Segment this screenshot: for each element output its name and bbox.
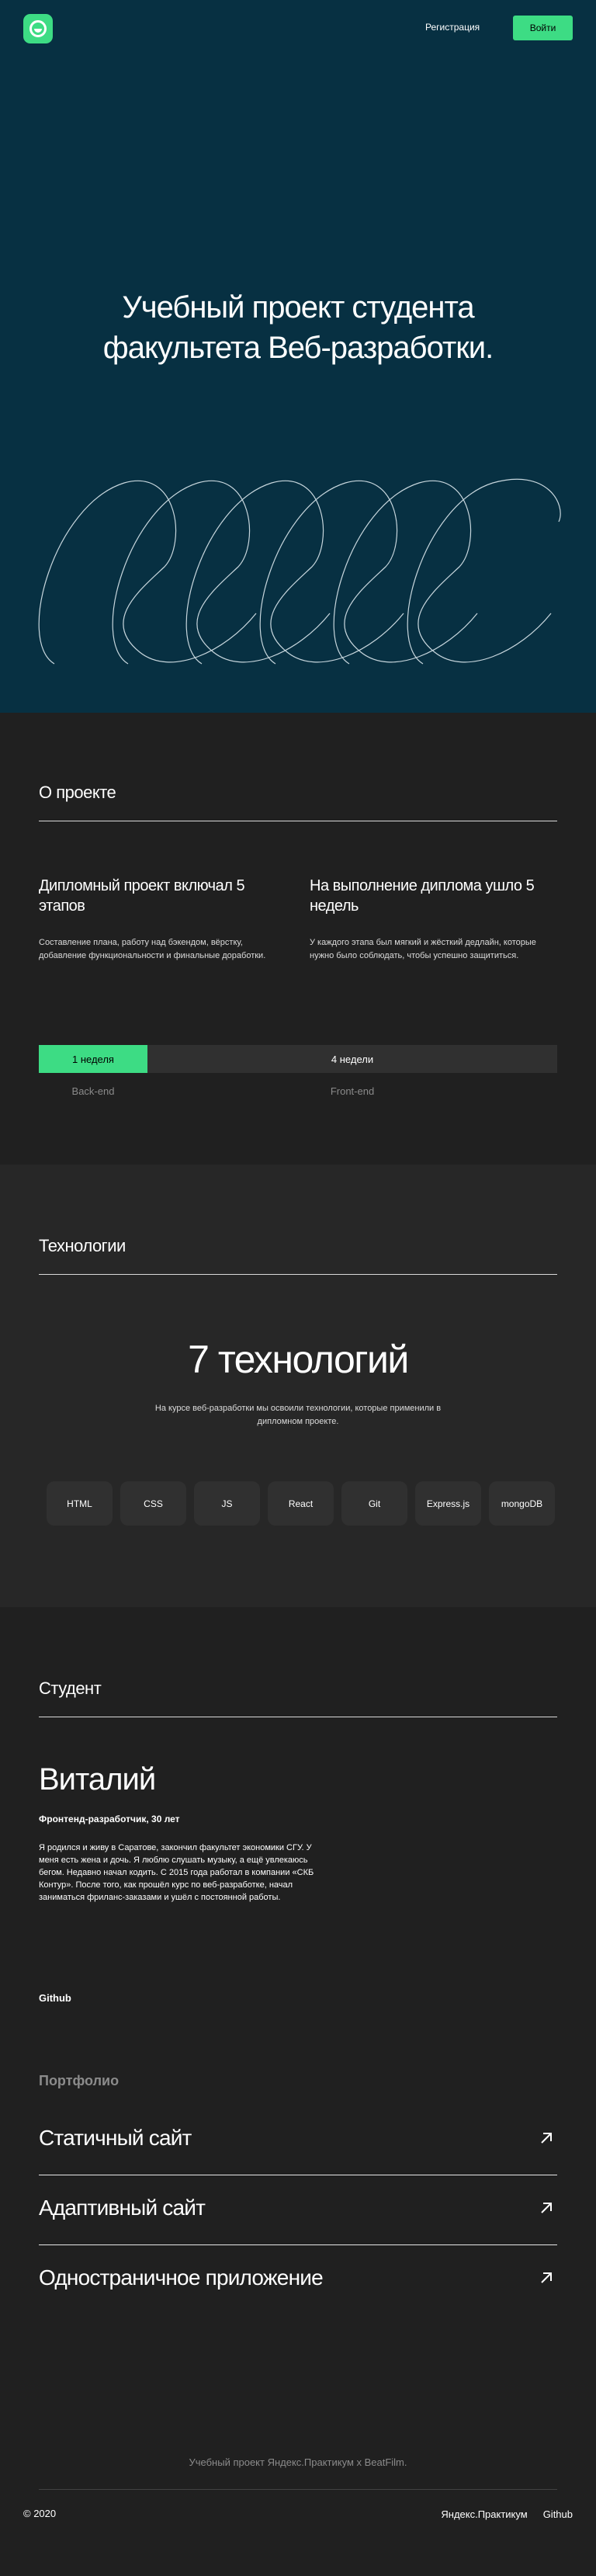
about-column-text: У каждого этапа был мягкий и жёсткий дед… xyxy=(310,938,536,960)
tech-item-js: JS xyxy=(194,1481,260,1526)
about-column-heading: На выполнение диплома ушло 5 недель xyxy=(310,877,535,915)
portfolio-item-static[interactable]: Статичный сайт xyxy=(39,2106,557,2175)
arrow-up-right-icon xyxy=(541,2133,552,2144)
login-button[interactable]: Войти xyxy=(513,16,573,40)
about-column-text: Составление плана, работу над бэкендом, … xyxy=(39,938,266,960)
hero-title: Учебный проект студента факультета Веб-р… xyxy=(102,290,494,365)
timeline-frontend-duration: 4 недели xyxy=(331,1053,374,1065)
promo-section: Регистрация Войти Учебный проект студент… xyxy=(0,0,596,713)
logo-link[interactable] xyxy=(23,14,53,43)
smile-logo-icon xyxy=(29,20,47,37)
about-column-stages: Дипломный проект включал 5 этапов Состав… xyxy=(39,876,281,963)
timeline-frontend-label: Front-end xyxy=(330,1085,375,1097)
about-column-duration: На выполнение диплома ушло 5 недель У ка… xyxy=(310,876,552,963)
tech-item-react: React xyxy=(268,1481,334,1526)
portfolio-item-adaptive[interactable]: Адаптивный сайт xyxy=(39,2175,557,2245)
decorative-loops-art xyxy=(38,478,561,665)
techs-description: На курсе веб-разработки мы освоили техно… xyxy=(154,1404,442,1426)
techs-headline: 7 технологий xyxy=(188,1338,409,1381)
portfolio-item-spa[interactable]: Одностраничное приложение xyxy=(39,2245,557,2315)
footer-divider xyxy=(39,2489,557,2490)
tech-item-css: CSS xyxy=(120,1481,186,1526)
footer-caption: Учебный проект Яндекс.Практикум х BeatFi… xyxy=(189,2456,407,2468)
register-link[interactable]: Регистрация xyxy=(425,22,480,33)
techs-section-title: Технологии xyxy=(39,1236,126,1255)
tech-item-html: HTML xyxy=(47,1481,113,1526)
footer: Учебный проект Яндекс.Практикум х BeatFi… xyxy=(0,2447,596,2576)
about-me-section: Студент Виталий Фронтенд-разработчик, 30… xyxy=(0,1607,596,2447)
about-column-heading: Дипломный проект включал 5 этапов xyxy=(39,877,245,915)
about-section-title: О проекте xyxy=(39,783,116,802)
portfolio-item-label: Статичный сайт xyxy=(39,2126,192,2150)
footer-link-github[interactable]: Github xyxy=(543,2508,573,2520)
tech-item-express: Express.js xyxy=(415,1481,481,1526)
arrow-up-right-icon xyxy=(541,2203,552,2213)
portfolio-item-label: Адаптивный сайт xyxy=(39,2196,206,2220)
timeline-backend-duration: 1 неделя xyxy=(39,1045,147,1073)
timeline-bar: 1 неделя 4 недели xyxy=(39,1045,557,1073)
footer-link-yandex[interactable]: Яндекс.Практикум xyxy=(441,2508,527,2520)
portfolio-list: Статичный сайт Адаптивный сайт Одностран… xyxy=(39,2106,557,2315)
portfolio-title: Портфолио xyxy=(39,2073,120,2088)
student-job: Фронтенд-разработчик, 30 лет xyxy=(39,1814,180,1824)
footer-links: Яндекс.Практикум Github xyxy=(441,2508,573,2522)
header: Регистрация Войти xyxy=(0,0,596,57)
copyright: © 2020 xyxy=(23,2508,57,2519)
student-github-link[interactable]: Github xyxy=(39,1992,71,2004)
section-divider xyxy=(39,1274,557,1275)
techs-list: HTML CSS JS React Git Express.js mongoDB xyxy=(47,1481,555,1526)
student-section-title: Студент xyxy=(39,1679,102,1698)
portfolio-item-label: Одностраничное приложение xyxy=(39,2265,324,2290)
arrow-up-right-icon xyxy=(541,2272,552,2283)
timeline-backend-label: Back-end xyxy=(71,1085,115,1097)
tech-item-mongodb: mongoDB xyxy=(489,1481,555,1526)
tech-item-git: Git xyxy=(341,1481,407,1526)
student-name: Виталий xyxy=(39,1762,156,1797)
about-project-section: О проекте Дипломный проект включал 5 эта… xyxy=(0,713,596,1165)
student-bio: Я родился и живу в Саратове, закончил фа… xyxy=(39,1843,314,1902)
techs-section: Технологии 7 технологий На курсе веб-раз… xyxy=(0,1165,596,1607)
